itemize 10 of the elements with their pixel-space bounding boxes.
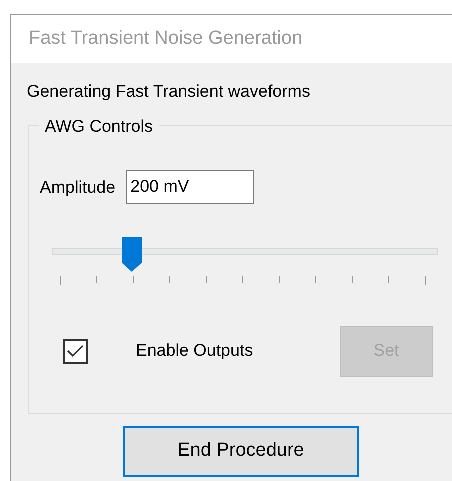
status-text: Generating Fast Transient waveforms — [27, 81, 312, 103]
enable-outputs-checkbox[interactable] — [63, 338, 88, 364]
check-icon — [67, 344, 84, 358]
end-procedure-button[interactable]: End Procedure — [123, 426, 359, 476]
enable-outputs-label[interactable]: Enable Outputs — [136, 338, 254, 364]
amplitude-field[interactable]: 200 mV — [126, 170, 254, 204]
amplitude-label: Amplitude — [40, 176, 116, 199]
window-title: Fast Transient Noise Generation — [29, 26, 303, 51]
slider[interactable] — [52, 236, 438, 288]
slider-thumb[interactable] — [121, 236, 144, 272]
